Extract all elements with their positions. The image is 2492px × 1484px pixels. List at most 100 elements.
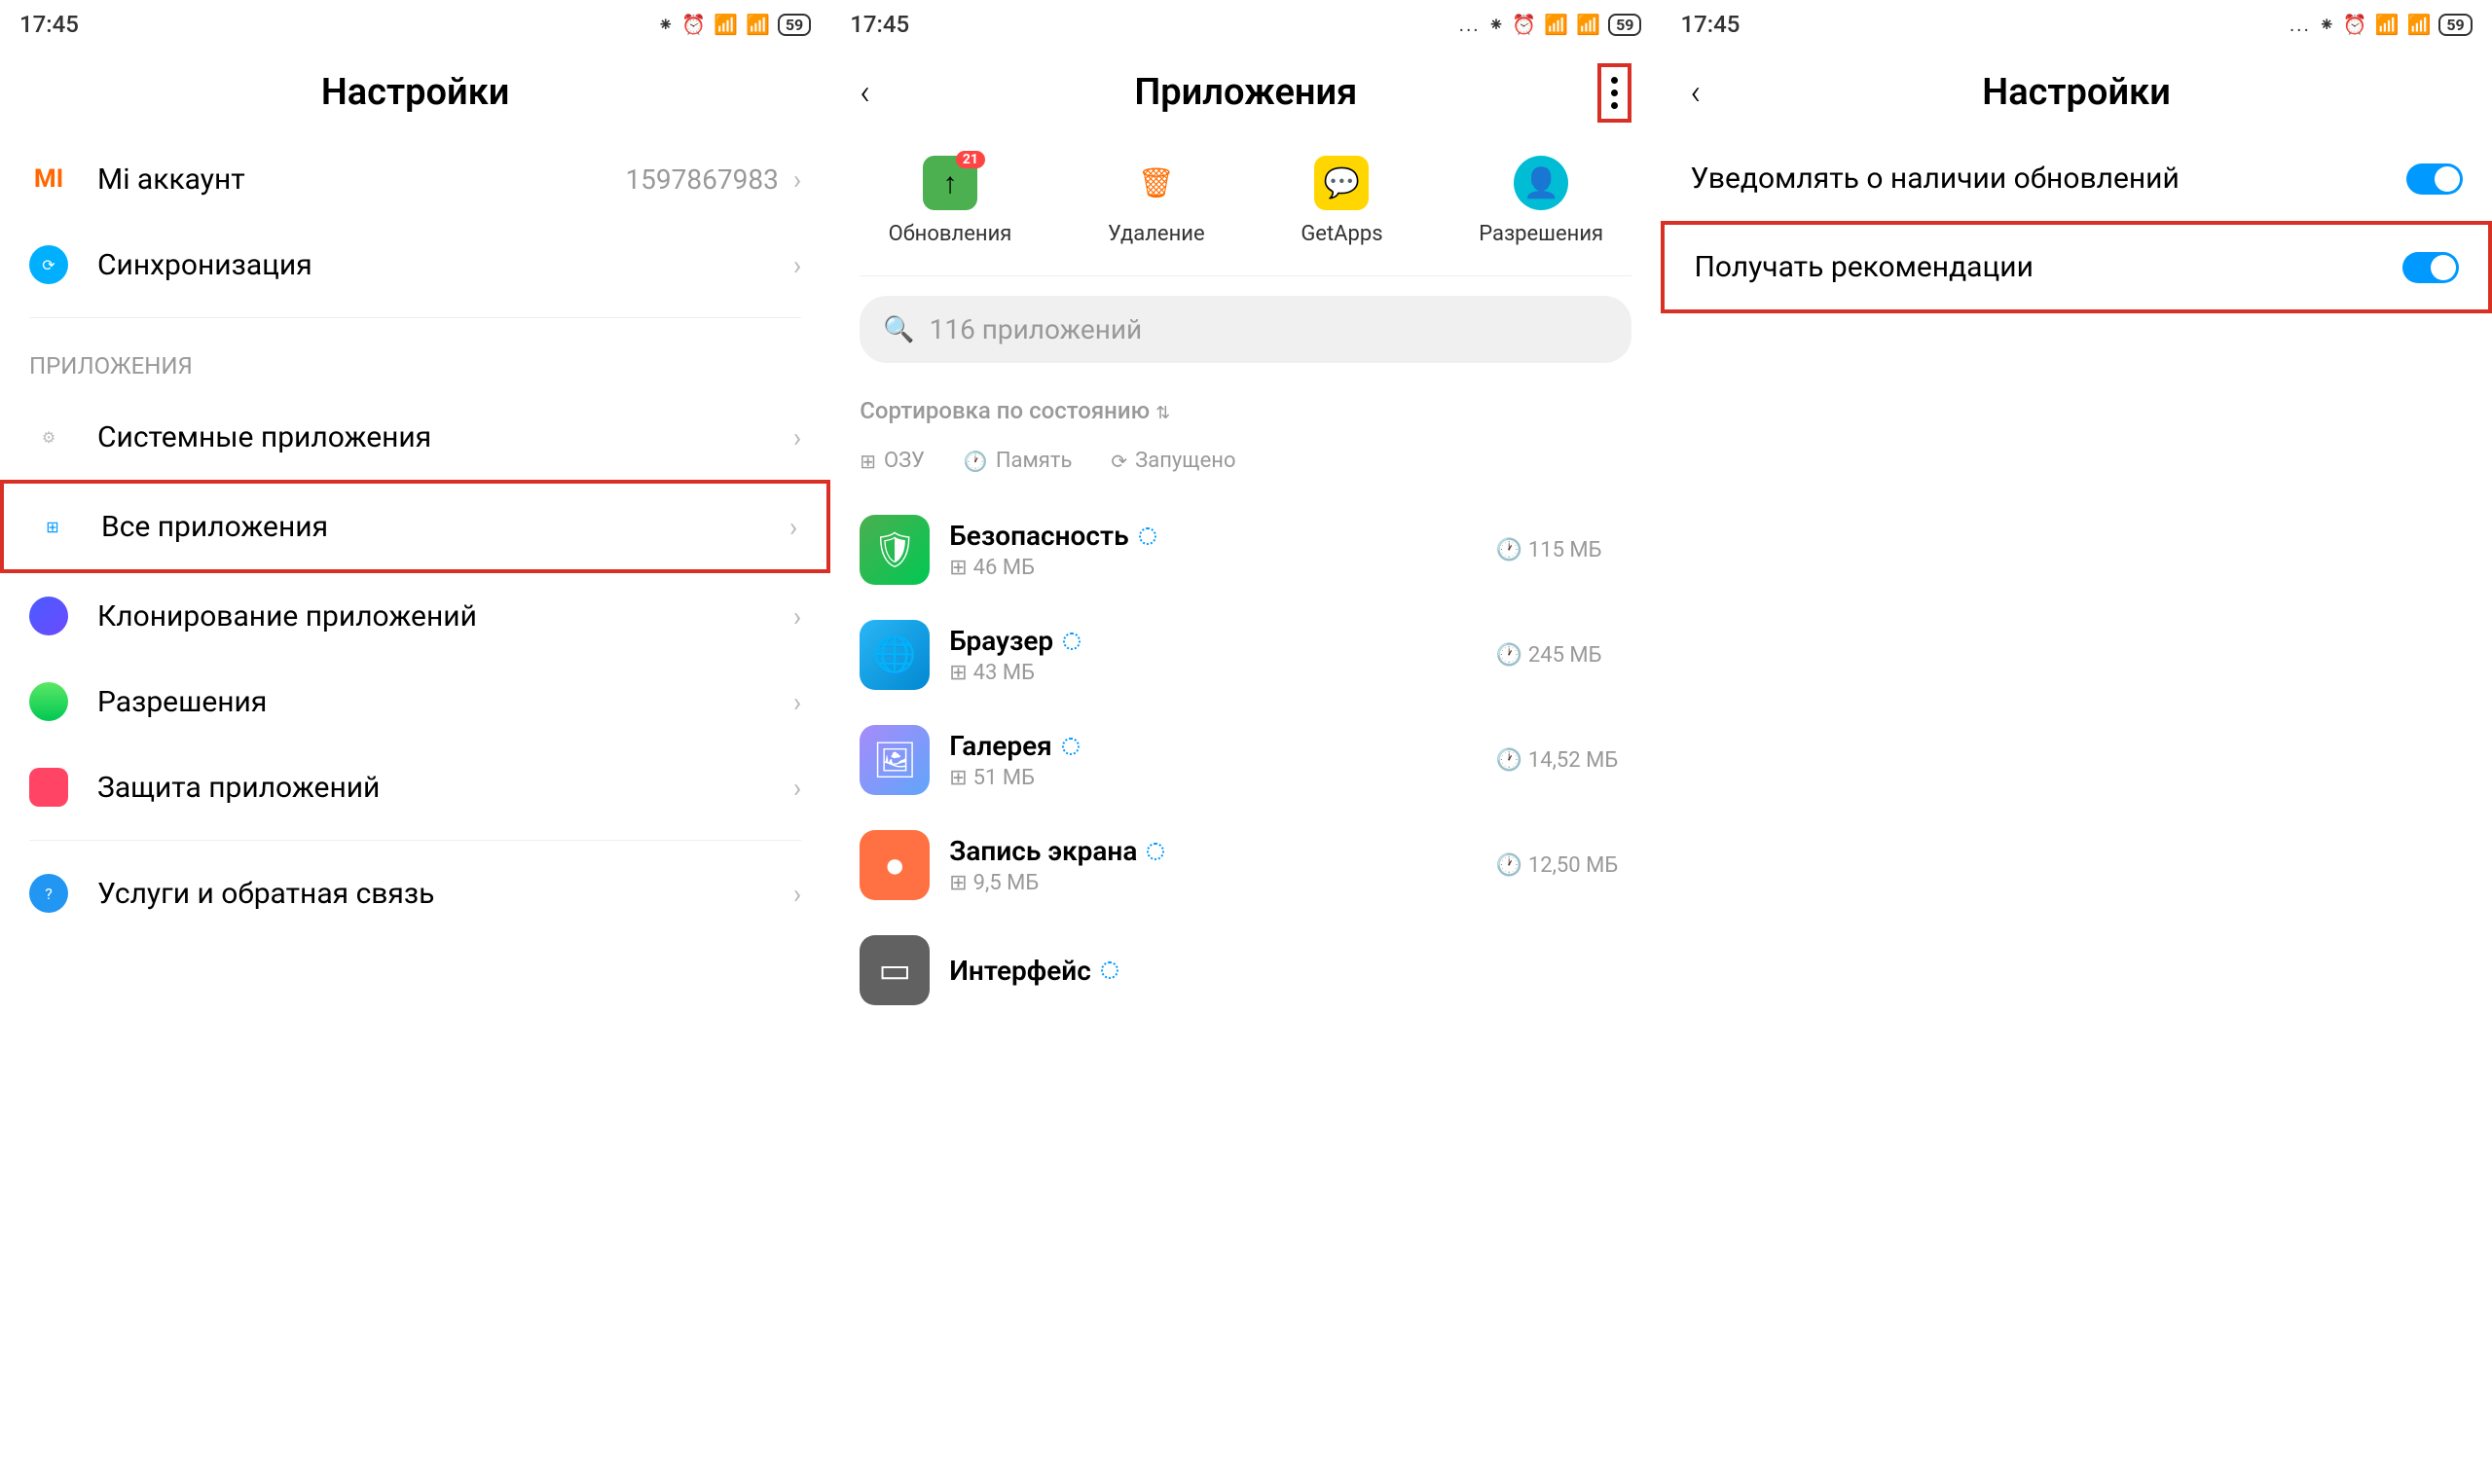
divider	[29, 840, 801, 841]
clock: 17:45	[1680, 11, 1740, 38]
wifi-icon: 📶	[746, 13, 770, 36]
quick-actions: ↑ 21 Обновления 🗑 Удаление 💬 GetApps 👤 Р…	[830, 136, 1661, 266]
spinner-icon: ⟳	[1111, 450, 1127, 473]
mi-logo-icon: MI	[29, 160, 68, 199]
app-icon: ▭	[860, 935, 930, 1005]
running-label: Запущено	[1135, 449, 1235, 473]
status-icons: ... ⁕ ⏰ 📶 📶 59	[2290, 13, 2473, 36]
sync-item[interactable]: ⟳ Синхронизация ›	[0, 222, 830, 308]
app-item[interactable]: ● Запись экрана ⊞ 9,5 МБ 🕐 12,50 МБ	[830, 813, 1661, 918]
feedback-item[interactable]: ? Услуги и обратная связь ›	[0, 851, 830, 936]
dot-icon	[1611, 77, 1618, 84]
app-ram: ⊞ 46 МБ	[949, 556, 1476, 580]
clock-icon: 🕐	[1495, 538, 1521, 562]
clone-apps-label: Клонирование приложений	[97, 599, 793, 633]
mi-account-label: Mi аккаунт	[97, 163, 625, 197]
filter-chips: ⊞ ОЗУ 🕐 Память ⟳ Запущено	[830, 439, 1661, 497]
system-apps-item[interactable]: ⚙ Системные приложения ›	[0, 394, 830, 480]
app-item[interactable]: 🛡 Безопасность ⊞ 46 МБ 🕐 115 МБ	[830, 497, 1661, 602]
sort-arrows-icon: ⇅	[1155, 403, 1170, 423]
ram-filter[interactable]: ⊞ ОЗУ	[860, 449, 925, 473]
app-info: Интерфейс	[949, 955, 1631, 987]
chevron-right-icon: ›	[793, 421, 801, 453]
toggle-on[interactable]	[2402, 252, 2459, 283]
signal-icon: 📶	[2375, 13, 2400, 36]
chevron-right-icon: ›	[793, 686, 801, 718]
grid-icon: ⊞	[33, 507, 72, 546]
system-apps-label: Системные приложения	[97, 420, 793, 454]
bluetooth-icon: ⁕	[1488, 13, 1505, 36]
app-item[interactable]: 🌐 Браузер ⊞ 43 МБ 🕐 245 МБ	[830, 602, 1661, 707]
apps-section-label: ПРИЛОЖЕНИЯ	[0, 328, 830, 394]
permissions-label: Разрешения	[1479, 222, 1603, 246]
updates-badge: 21	[956, 151, 985, 168]
getapps-action[interactable]: 💬 GetApps	[1301, 156, 1382, 246]
signal-icon: 📶	[714, 13, 738, 36]
notify-updates-toggle-item[interactable]: Уведомлять о наличии обновлений	[1661, 136, 2491, 221]
sync-icon: ⟳	[29, 245, 68, 284]
update-icon: ↑ 21	[923, 156, 977, 210]
running-filter[interactable]: ⟳ Запущено	[1111, 449, 1235, 473]
app-ram: ⊞ 43 МБ	[949, 661, 1476, 685]
app-protection-item[interactable]: Защита приложений ›	[0, 744, 830, 830]
chip-icon: ⊞	[860, 450, 876, 473]
back-button[interactable]: ‹	[860, 72, 870, 113]
app-ram: ⊞ 9,5 МБ	[949, 871, 1476, 895]
app-name: Галерея	[949, 730, 1476, 762]
app-name: Безопасность	[949, 520, 1476, 552]
search-icon: 🔍	[883, 315, 914, 344]
permissions-action[interactable]: 👤 Разрешения	[1479, 156, 1603, 246]
app-item[interactable]: ▭ Интерфейс	[830, 918, 1661, 1023]
clock-icon: 🕐	[1495, 853, 1521, 878]
trash-icon: 🗑	[1129, 156, 1184, 210]
more-dots-icon: ...	[2290, 13, 2311, 36]
divider	[29, 317, 801, 318]
toggle-on[interactable]	[2406, 163, 2463, 195]
search-input[interactable]: 🔍 116 приложений	[860, 296, 1631, 363]
app-name: Браузер	[949, 625, 1476, 657]
notify-updates-label: Уведомлять о наличии обновлений	[1690, 160, 2405, 198]
all-apps-item[interactable]: ⊞ Все приложения ›	[0, 480, 830, 573]
app-ram: ⊞ 51 МБ	[949, 766, 1476, 790]
clone-apps-item[interactable]: Клонирование приложений ›	[0, 573, 830, 659]
mi-account-item[interactable]: MI Mi аккаунт 1597867983 ›	[0, 136, 830, 222]
app-name: Запись экрана	[949, 835, 1476, 867]
clock: 17:45	[19, 11, 79, 38]
app-storage: 🕐 245 МБ	[1495, 643, 1631, 668]
app-info: Безопасность ⊞ 46 МБ	[949, 520, 1476, 580]
status-icons: ... ⁕ ⏰ 📶 📶 59	[1459, 13, 1642, 36]
more-dots-icon: ...	[1459, 13, 1481, 36]
app-protection-label: Защита приложений	[97, 771, 793, 805]
app-item[interactable]: 🖼 Галерея ⊞ 51 МБ 🕐 14,52 МБ	[830, 707, 1661, 813]
wifi-icon: 📶	[1576, 13, 1600, 36]
app-storage: 🕐 115 МБ	[1495, 538, 1631, 562]
permissions-icon: 👤	[1514, 156, 1568, 210]
updates-action[interactable]: ↑ 21 Обновления	[889, 156, 1012, 246]
battery-icon: 59	[778, 14, 811, 36]
feedback-label: Услуги и обратная связь	[97, 877, 793, 911]
app-info: Запись экрана ⊞ 9,5 МБ	[949, 835, 1476, 895]
settings-panel: 17:45 ⁕ ⏰ 📶 📶 59 Настройки MI Mi аккаунт…	[0, 0, 830, 1484]
more-menu-button[interactable]	[1597, 63, 1631, 123]
sort-button[interactable]: Сортировка по состоянию ⇅	[830, 382, 1661, 439]
app-storage: 🕐 14,52 МБ	[1495, 748, 1631, 773]
toggle-settings-panel: 17:45 ... ⁕ ⏰ 📶 📶 59 ‹ Настройки Уведомл…	[1661, 0, 2491, 1484]
storage-filter[interactable]: 🕐 Память	[964, 449, 1073, 473]
wifi-icon: 📶	[2406, 13, 2431, 36]
apps-panel: 17:45 ... ⁕ ⏰ 📶 📶 59 ‹ Приложения ↑ 21 О…	[830, 0, 1661, 1484]
recommendations-toggle-item[interactable]: Получать рекомендации	[1661, 221, 2491, 313]
alarm-icon: ⏰	[681, 13, 706, 36]
chip-icon: ⊞	[949, 766, 967, 790]
back-button[interactable]: ‹	[1690, 72, 1701, 113]
recommendations-label: Получать рекомендации	[1694, 248, 2401, 286]
app-info: Браузер ⊞ 43 МБ	[949, 625, 1476, 685]
permissions-item[interactable]: Разрешения ›	[0, 659, 830, 744]
divider	[860, 275, 1631, 276]
status-bar: 17:45 ⁕ ⏰ 📶 📶 59	[0, 0, 830, 49]
delete-action[interactable]: 🗑 Удаление	[1108, 156, 1205, 246]
chevron-right-icon: ›	[793, 600, 801, 633]
help-icon: ?	[29, 874, 68, 913]
battery-icon: 59	[1608, 14, 1641, 36]
bluetooth-icon: ⁕	[657, 13, 674, 36]
status-icons: ⁕ ⏰ 📶 📶 59	[657, 13, 811, 36]
